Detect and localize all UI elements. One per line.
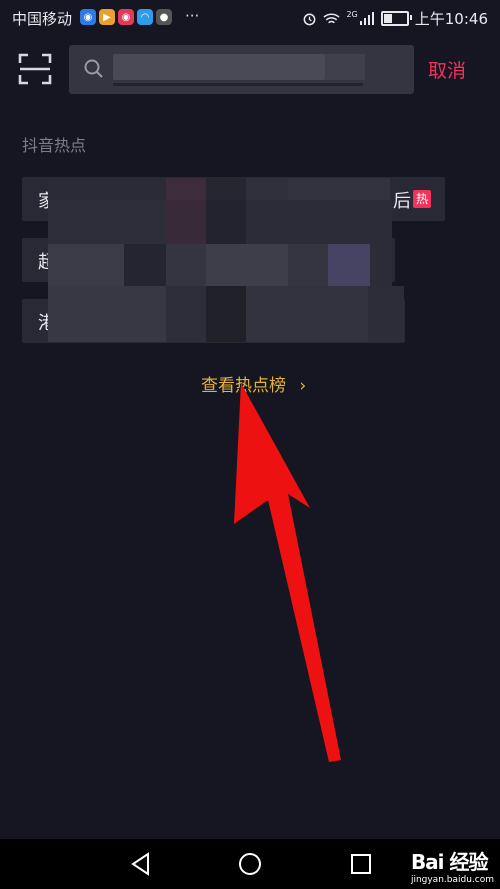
back-icon[interactable]: [128, 851, 154, 877]
annotation-arrow: [234, 383, 341, 762]
watermark-url: jingyan.baidu.com: [410, 875, 494, 885]
home-icon[interactable]: [237, 851, 263, 877]
navigation-bar: Bai 经验 jingyan.baidu.com: [0, 839, 500, 889]
recent-apps-icon[interactable]: [348, 851, 374, 877]
watermark-logo: Bai 经验: [410, 850, 489, 874]
watermark: Bai 经验 jingyan.baidu.com: [411, 846, 494, 885]
